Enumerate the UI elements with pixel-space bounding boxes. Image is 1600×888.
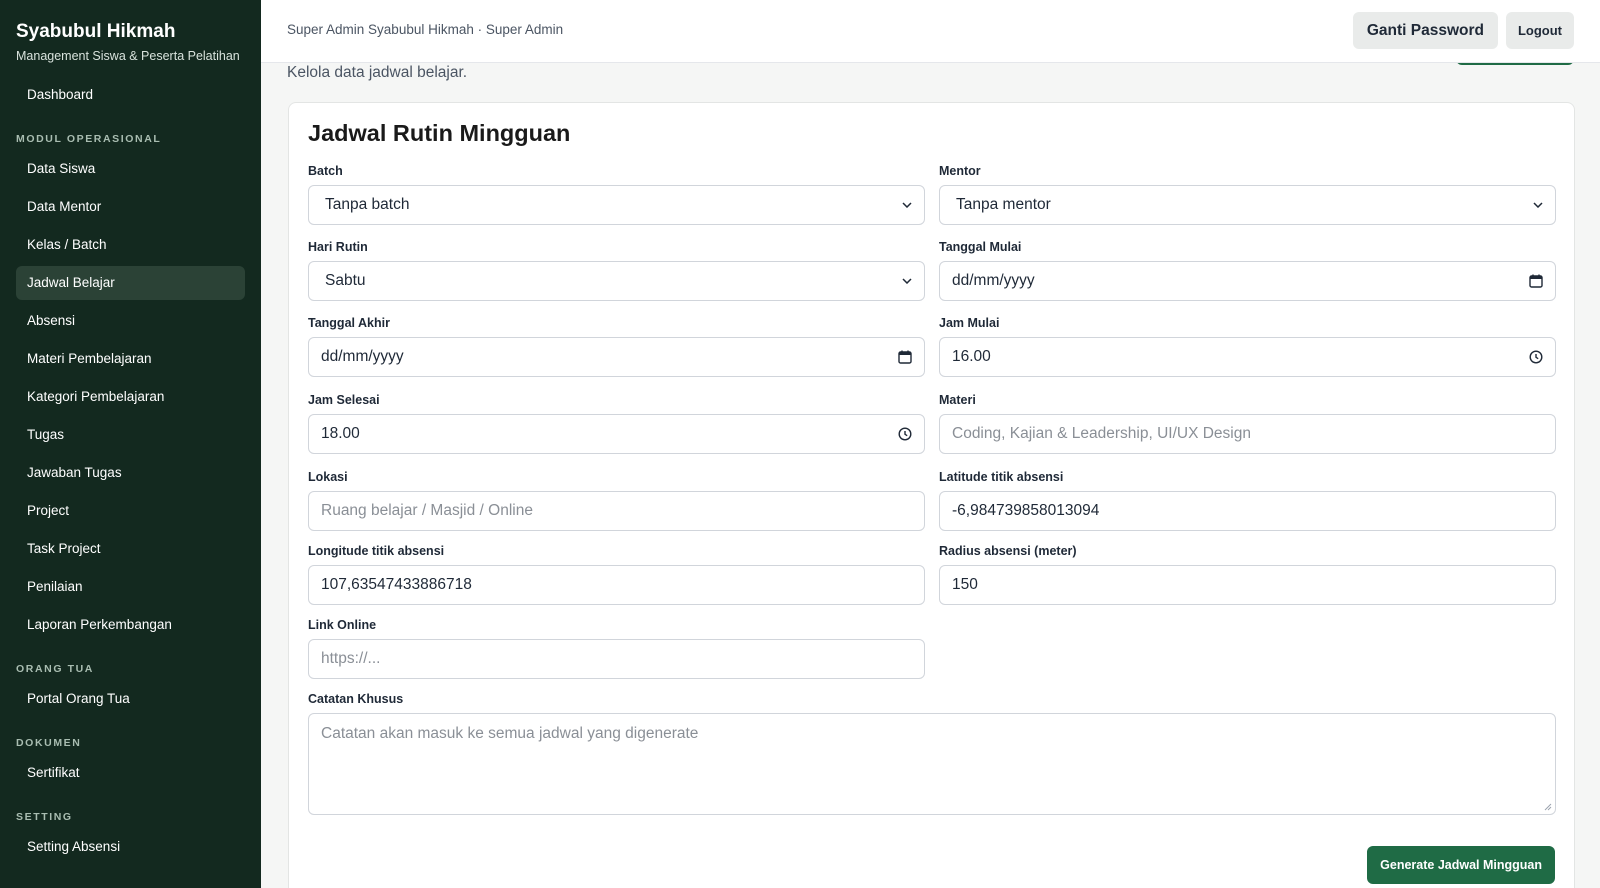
jam-selesai-value: 18.00 [321, 425, 360, 442]
tanggal-akhir-value: dd/mm/yyyy [321, 348, 404, 365]
sidebar-item-jawaban-tugas[interactable]: Jawaban Tugas [16, 456, 245, 490]
sidebar-item-project[interactable]: Project [16, 494, 245, 528]
sidebar-item-penilaian[interactable]: Penilaian [16, 570, 245, 604]
sidebar-nav: Dashboard MODUL OPERASIONAL Data Siswa D… [16, 78, 245, 864]
batch-select[interactable]: Tanpa batch [308, 185, 925, 225]
clock-icon[interactable] [1529, 350, 1543, 364]
brand-title: Syabubul Hikmah [16, 21, 176, 42]
page-description: Kelola data jadwal belajar. [287, 64, 468, 81]
materi-placeholder: Coding, Kajian & Leadership, UI/UX Desig… [952, 425, 1251, 442]
chevron-down-icon [1533, 202, 1543, 208]
calendar-icon[interactable] [898, 350, 912, 364]
link-online-input[interactable]: https://... [308, 639, 925, 679]
tanggal-mulai-label: Tanggal Mulai [939, 240, 1022, 254]
sidebar-item-data-siswa[interactable]: Data Siswa [16, 152, 245, 186]
main-content: Kelola data jadwal belajar. Jadwal Rutin… [261, 63, 1600, 888]
longitude-label: Longitude titik absensi [308, 544, 445, 558]
batch-field: Batch Tanpa batch [308, 163, 925, 225]
topbar: Super Admin Syabubul Hikmah · Super Admi… [261, 0, 1600, 63]
radius-input[interactable]: 150 [939, 565, 1556, 605]
weekly-schedule-form: Jadwal Rutin Mingguan Batch Tanpa batch … [288, 102, 1575, 888]
sidebar-item-laporan-perkembangan[interactable]: Laporan Perkembangan [16, 608, 245, 642]
longitude-input[interactable]: 107,63547433886718 [308, 565, 925, 605]
batch-label: Batch [308, 164, 343, 178]
hari-rutin-label: Hari Rutin [308, 240, 368, 254]
sidebar-item-portal-orang-tua[interactable]: Portal Orang Tua [16, 682, 245, 716]
sidebar-item-task-project[interactable]: Task Project [16, 532, 245, 566]
jam-selesai-input[interactable]: 18.00 [308, 414, 925, 454]
mentor-field: Mentor Tanpa mentor [939, 163, 1556, 225]
lokasi-label: Lokasi [308, 470, 348, 484]
current-user: Super Admin Syabubul Hikmah · Super Admi… [287, 22, 564, 37]
nav-section-dokumen: DOKUMEN [16, 737, 82, 749]
sidebar-item-tugas[interactable]: Tugas [16, 418, 245, 452]
radius-value: 150 [952, 576, 978, 593]
tanggal-akhir-input[interactable]: dd/mm/yyyy [308, 337, 925, 377]
materi-field: Materi Coding, Kajian & Leadership, UI/U… [939, 392, 1556, 454]
lokasi-field: Lokasi Ruang belajar / Masjid / Online [308, 469, 925, 531]
longitude-value: 107,63547433886718 [321, 576, 472, 593]
jam-mulai-field: Jam Mulai 16.00 [939, 315, 1556, 377]
longitude-field: Longitude titik absensi 107,635474338867… [308, 543, 925, 605]
tanggal-akhir-label: Tanggal Akhir [308, 316, 390, 330]
nav-section-orang-tua: ORANG TUA [16, 663, 94, 675]
nav-section-modul-operasional: MODUL OPERASIONAL [16, 133, 162, 145]
jam-mulai-value: 16.00 [952, 348, 991, 365]
batch-value: Tanpa batch [325, 196, 410, 213]
link-online-placeholder: https://... [321, 650, 381, 667]
catatan-placeholder: Catatan akan masuk ke semua jadwal yang … [321, 725, 699, 742]
latitude-value: -6,984739858013094 [952, 502, 1100, 519]
latitude-input[interactable]: -6,984739858013094 [939, 491, 1556, 531]
link-online-label: Link Online [308, 618, 377, 632]
sidebar-item-kategori-pembelajaran[interactable]: Kategori Pembelajaran [16, 380, 245, 414]
mentor-label: Mentor [939, 164, 981, 178]
materi-label: Materi [939, 393, 976, 407]
lokasi-input[interactable]: Ruang belajar / Masjid / Online [308, 491, 925, 531]
jam-mulai-input[interactable]: 16.00 [939, 337, 1556, 377]
generate-schedule-button[interactable]: Generate Jadwal Mingguan [1367, 846, 1555, 884]
sidebar-item-data-mentor[interactable]: Data Mentor [16, 190, 245, 224]
jam-selesai-field: Jam Selesai 18.00 [308, 392, 925, 454]
sidebar-item-sertifikat[interactable]: Sertifikat [16, 756, 245, 790]
calendar-icon[interactable] [1529, 274, 1543, 288]
tanggal-akhir-field: Tanggal Akhir dd/mm/yyyy [308, 315, 925, 377]
form-title: Jadwal Rutin Mingguan [308, 120, 571, 146]
catatan-textarea[interactable]: Catatan akan masuk ke semua jadwal yang … [308, 713, 1556, 815]
nav-section-setting: SETTING [16, 811, 73, 823]
tanggal-mulai-input[interactable]: dd/mm/yyyy [939, 261, 1556, 301]
sidebar-item-dashboard[interactable]: Dashboard [16, 78, 245, 112]
catatan-label: Catatan Khusus [308, 692, 404, 706]
sidebar-item-kelas-batch[interactable]: Kelas / Batch [16, 228, 245, 262]
catatan-field: Catatan Khusus Catatan akan masuk ke sem… [308, 691, 1556, 815]
sidebar: Syabubul Hikmah Management Siswa & Peser… [0, 0, 261, 888]
sidebar-item-absensi[interactable]: Absensi [16, 304, 245, 338]
change-password-button[interactable]: Ganti Password [1352, 12, 1498, 49]
link-online-field: Link Online https://... [308, 617, 925, 679]
chevron-down-icon [902, 278, 912, 284]
latitude-field: Latitude titik absensi -6,98473985801309… [939, 469, 1556, 531]
tanggal-mulai-value: dd/mm/yyyy [952, 272, 1035, 289]
radius-field: Radius absensi (meter) 150 [939, 543, 1556, 605]
materi-input[interactable]: Coding, Kajian & Leadership, UI/UX Desig… [939, 414, 1556, 454]
latitude-label: Latitude titik absensi [939, 470, 1064, 484]
jam-selesai-label: Jam Selesai [308, 393, 380, 407]
lokasi-placeholder: Ruang belajar / Masjid / Online [321, 502, 533, 519]
radius-label: Radius absensi (meter) [939, 544, 1077, 558]
chevron-down-icon [902, 202, 912, 208]
mentor-value: Tanpa mentor [956, 196, 1051, 213]
hari-rutin-value: Sabtu [325, 272, 366, 289]
sidebar-item-materi-pembelajaran[interactable]: Materi Pembelajaran [16, 342, 245, 376]
tanggal-mulai-field: Tanggal Mulai dd/mm/yyyy [939, 239, 1556, 301]
mentor-select[interactable]: Tanpa mentor [939, 185, 1556, 225]
jam-mulai-label: Jam Mulai [939, 316, 1000, 330]
hari-rutin-select[interactable]: Sabtu [308, 261, 925, 301]
sidebar-item-setting-absensi[interactable]: Setting Absensi [16, 830, 245, 864]
brand-subtitle: Management Siswa & Peserta Pelatihan [16, 49, 240, 63]
resize-handle-icon[interactable] [1544, 803, 1552, 811]
logout-button[interactable]: Logout [1506, 12, 1574, 49]
sidebar-item-jadwal-belajar[interactable]: Jadwal Belajar [16, 266, 245, 300]
hari-rutin-field: Hari Rutin Sabtu [308, 239, 925, 301]
clock-icon[interactable] [898, 427, 912, 441]
